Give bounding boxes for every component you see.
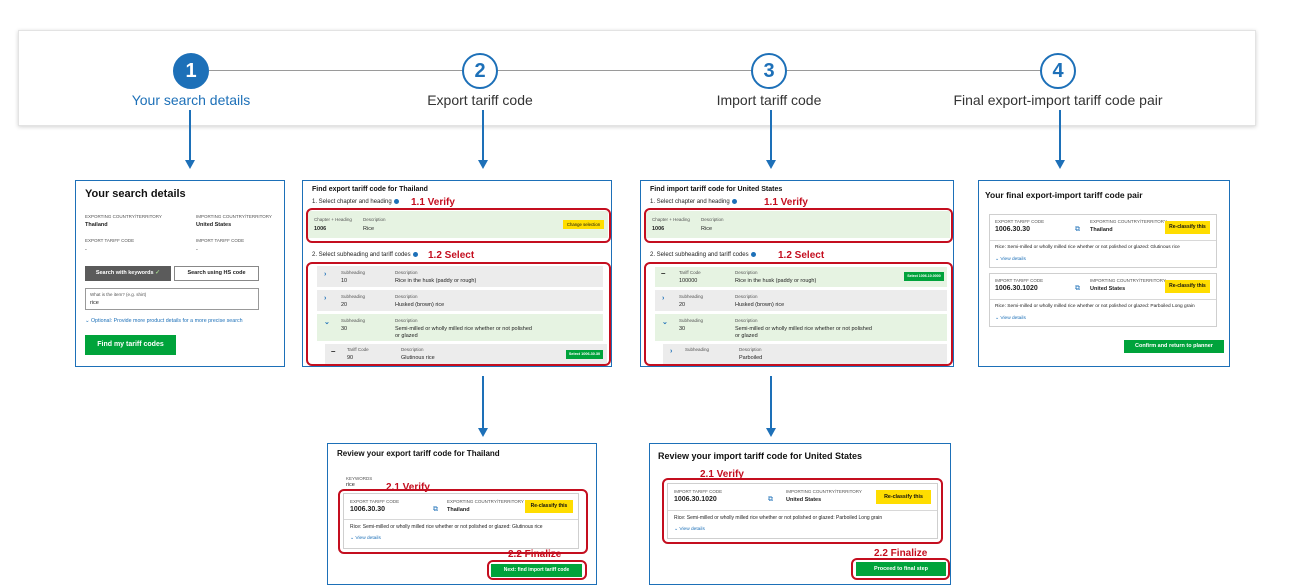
final-pair-panel: Your final export-import tariff code pai…	[978, 180, 1230, 367]
reclassify-button[interactable]: Re-classify this	[1165, 221, 1210, 234]
info-icon	[393, 199, 399, 204]
exporting-label: EXPORTING COUNTRY/TERRITORY	[85, 214, 162, 219]
import-find-panel: Find import tariff code for United State…	[640, 180, 954, 367]
copy-icon[interactable]: ⧉	[1075, 285, 1080, 293]
panel-title: Find import tariff code for United State…	[650, 186, 783, 193]
step1-heading-text: 1. Select chapter and heading	[650, 199, 730, 206]
verify-highlight	[662, 478, 943, 544]
view-details-text: View details	[1000, 257, 1026, 262]
step-1-label: Your search details	[131, 92, 251, 108]
verify-highlight	[644, 208, 953, 243]
confirm-return-button[interactable]: Confirm and return to planner	[1124, 340, 1224, 353]
select-highlight	[306, 262, 611, 366]
tab-search-keywords[interactable]: Search with keywords ✓	[85, 266, 171, 281]
step-4-circle: 4	[1040, 53, 1076, 89]
view-details-link[interactable]: ⌄ View details	[995, 316, 1026, 321]
select-label: 1.2 Select	[778, 250, 825, 261]
export-find-panel: Find export tariff code for Thailand 1. …	[302, 180, 612, 367]
step-4-label: Final export-import tariff code pair	[953, 92, 1163, 108]
stepper-line	[209, 70, 1059, 71]
import-code-value: 1006.30.1020	[995, 285, 1038, 292]
import-code-label: IMPORT TARIFF CODE	[196, 238, 245, 243]
step1-heading: 1. Select chapter and heading	[650, 199, 737, 205]
optional-details-link[interactable]: ⌄ Optional: Provide more product details…	[85, 318, 243, 324]
import-code-value: -	[196, 247, 198, 253]
panel-title: Your final export-import tariff code pai…	[985, 190, 1143, 200]
search-details-panel: Your search details EXPORTING COUNTRY/TE…	[75, 180, 285, 367]
find-codes-button[interactable]: Find my tariff codes	[85, 335, 176, 355]
tab-search-hs-code[interactable]: Search using HS code	[174, 266, 259, 281]
importing-value: United States	[196, 222, 232, 228]
copy-icon[interactable]: ⧉	[1075, 226, 1080, 234]
export-desc: Rice: Semi-milled or wholly milled rice …	[995, 245, 1180, 250]
panel-title: Find export tariff code for Thailand	[312, 186, 428, 193]
keywords-value: rice	[346, 482, 355, 488]
step2-heading: 2. Select subheading and tariff codes	[312, 252, 418, 258]
divider	[990, 240, 1216, 241]
chevron-down-icon: ⌄	[85, 318, 90, 324]
step1-heading: 1. Select chapter and heading	[312, 199, 399, 205]
view-details-link[interactable]: ⌄ View details	[995, 257, 1026, 262]
step2-heading-text: 2. Select subheading and tariff codes	[650, 252, 749, 259]
arrow-down-6	[766, 376, 776, 437]
exporting-value: Thailand	[1090, 227, 1113, 233]
tab-search-keywords-label: Search with keywords	[95, 270, 154, 276]
panel-title: Your search details	[85, 188, 186, 200]
review-import-panel: Review your import tariff code for Unite…	[649, 443, 951, 585]
exporting-label: EXPORTING COUNTRY/TERRITORY	[1090, 219, 1167, 224]
check-icon: ✓	[155, 270, 161, 276]
divider	[990, 299, 1216, 300]
step1-heading-text: 1. Select chapter and heading	[312, 199, 392, 206]
finalize-highlight	[851, 558, 950, 580]
export-code-card: EXPORT TARIFF CODE 1006.30.30 ⧉ EXPORTIN…	[989, 214, 1217, 268]
arrow-down-4	[1055, 110, 1065, 169]
chevron-down-icon: ⌄	[995, 257, 1000, 262]
step2-heading: 2. Select subheading and tariff codes	[650, 252, 756, 258]
chevron-down-icon: ⌄	[995, 316, 1000, 321]
select-highlight	[644, 262, 953, 366]
select-label: 1.2 Select	[428, 250, 475, 261]
export-code-value: -	[85, 247, 87, 253]
export-code-label: EXPORT TARIFF CODE	[85, 238, 135, 243]
step-3-label: Import tariff code	[716, 92, 822, 108]
step-2-circle: 2	[462, 53, 498, 89]
import-desc: Rice: Semi-milled or wholly milled rice …	[995, 304, 1195, 309]
importing-label: IMPORTING COUNTRY/TERRITORY	[1090, 278, 1166, 283]
arrow-down-3	[766, 110, 776, 169]
verify-label: 1.1 Verify	[411, 197, 455, 208]
info-icon	[750, 252, 756, 257]
item-input-label: What is the item? (e.g. shirt)	[90, 292, 147, 297]
reclassify-button[interactable]: Re-classify this	[1165, 280, 1210, 293]
view-details-text: View details	[1000, 316, 1026, 321]
importing-label: IMPORTING COUNTRY/TERRITORY	[196, 214, 272, 219]
export-code-label: EXPORT TARIFF CODE	[995, 219, 1045, 224]
importing-value: United States	[1090, 286, 1126, 292]
export-code-value: 1006.30.30	[995, 226, 1031, 233]
info-icon	[731, 199, 737, 204]
item-input-value: rice	[90, 300, 99, 306]
exporting-value: Thailand	[85, 222, 108, 228]
panel-title: Review your import tariff code for Unite…	[658, 451, 863, 461]
review-export-panel: Review your export tariff code for Thail…	[327, 443, 597, 585]
optional-details-text: Optional: Provide more product details f…	[90, 318, 243, 324]
progress-stepper: 1 Your search details 2 Export tariff co…	[18, 30, 1256, 126]
keywords-label: KEYWORDS	[346, 476, 373, 481]
step-2-label: Export tariff code	[427, 92, 533, 108]
step2-heading-text: 2. Select subheading and tariff codes	[312, 252, 411, 259]
verify-highlight	[338, 489, 588, 554]
verify-label: 1.1 Verify	[764, 197, 808, 208]
verify-highlight	[306, 208, 611, 243]
arrow-down-5	[478, 376, 488, 437]
arrow-down-1	[185, 110, 195, 169]
info-icon	[412, 252, 418, 257]
arrow-down-2	[478, 110, 488, 169]
step-3-circle: 3	[751, 53, 787, 89]
finalize-label: 2.2 Finalize	[508, 549, 562, 560]
import-code-label: IMPORT TARIFF CODE	[995, 278, 1044, 283]
step-1-circle: 1	[173, 53, 209, 89]
import-code-card: IMPORT TARIFF CODE 1006.30.1020 ⧉ IMPORT…	[989, 273, 1217, 327]
finalize-highlight	[487, 560, 587, 580]
panel-title: Review your export tariff code for Thail…	[337, 449, 500, 458]
item-input-box[interactable]: What is the item? (e.g. shirt) rice	[85, 288, 259, 310]
